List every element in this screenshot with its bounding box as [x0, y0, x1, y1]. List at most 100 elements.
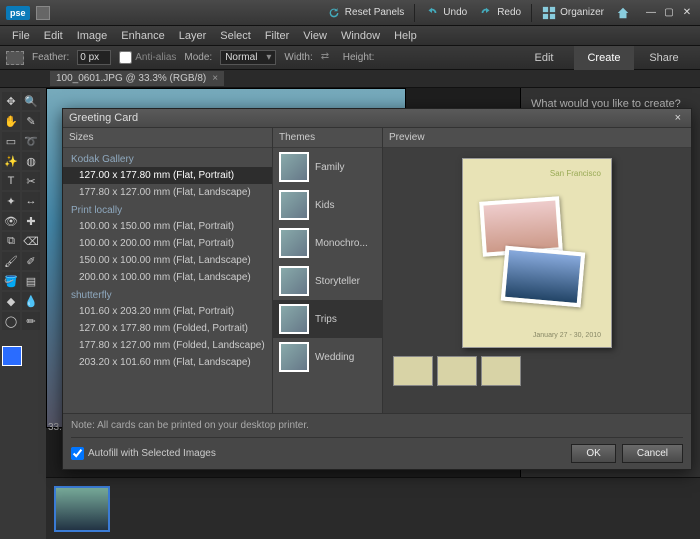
- preview-card: San Francisco January 27 - 30, 2010: [462, 158, 612, 348]
- theme-option[interactable]: Monochro...: [273, 224, 382, 262]
- mode-select[interactable]: Normal: [220, 50, 276, 65]
- redo-label: Redo: [497, 7, 521, 18]
- dialog-close-button[interactable]: ×: [671, 112, 685, 124]
- grid-icon: [542, 6, 556, 20]
- themes-list[interactable]: Family Kids Monochro... Storyteller Trips Wed…: [273, 148, 382, 413]
- size-option[interactable]: 100.00 x 200.00 mm (Flat, Portrait): [63, 235, 272, 252]
- theme-option[interactable]: Kids: [273, 186, 382, 224]
- shape-tool[interactable]: ◆: [2, 292, 20, 310]
- tab-edit[interactable]: Edit: [514, 46, 574, 70]
- size-option[interactable]: 127.00 x 177.80 mm (Flat, Portrait): [63, 167, 272, 184]
- crop-tool[interactable]: ✂: [22, 172, 40, 190]
- window-handle-icon: [36, 6, 50, 20]
- maximize-button[interactable]: ▢: [662, 6, 676, 20]
- theme-thumb-icon: [279, 190, 309, 220]
- size-option[interactable]: 127.00 x 177.80 mm (Folded, Portrait): [63, 320, 272, 337]
- menu-edit[interactable]: Edit: [38, 28, 69, 44]
- eraser-tool[interactable]: ⌫: [22, 232, 40, 250]
- antialias-checkbox[interactable]: Anti-alias: [119, 51, 176, 64]
- theme-option[interactable]: Trips: [273, 300, 382, 338]
- blur-tool[interactable]: 💧: [22, 292, 40, 310]
- theme-option[interactable]: Family: [273, 148, 382, 186]
- cookie-cutter-tool[interactable]: ✦: [2, 192, 20, 210]
- document-tab-title: 100_0601.JPG @ 33.3% (RGB/8): [56, 73, 206, 84]
- sizes-list[interactable]: Kodak Gallery127.00 x 177.80 mm (Flat, P…: [63, 148, 272, 413]
- minimize-button[interactable]: —: [644, 6, 658, 20]
- size-option[interactable]: 203.20 x 101.60 mm (Flat, Landscape): [63, 354, 272, 371]
- lasso-tool[interactable]: ➰: [22, 132, 40, 150]
- autofill-checkbox[interactable]: Autofill with Selected Images: [71, 447, 216, 460]
- type-tool[interactable]: T: [2, 172, 20, 190]
- straighten-tool[interactable]: ↔: [22, 192, 40, 210]
- theme-label: Trips: [315, 314, 337, 325]
- menu-filter[interactable]: Filter: [259, 28, 295, 44]
- size-group: shutterfly: [63, 286, 272, 303]
- bin-thumbnail[interactable]: [54, 486, 110, 532]
- layout-thumb[interactable]: [437, 356, 477, 386]
- size-option[interactable]: 177.80 x 127.00 mm (Flat, Landscape): [63, 184, 272, 201]
- greeting-card-dialog: Greeting Card × Sizes Kodak Gallery127.0…: [62, 108, 692, 470]
- foreground-color-swatch[interactable]: [2, 346, 22, 366]
- theme-label: Storyteller: [315, 276, 360, 287]
- redo-icon: [479, 6, 493, 20]
- hand-tool[interactable]: ✋: [2, 112, 20, 130]
- width-label: Width:: [284, 52, 312, 63]
- detail-brush-tool[interactable]: ✏: [22, 312, 40, 330]
- undo-button[interactable]: Undo: [425, 6, 467, 20]
- menu-view[interactable]: View: [297, 28, 333, 44]
- cancel-button[interactable]: Cancel: [622, 444, 683, 463]
- menu-file[interactable]: File: [6, 28, 36, 44]
- preview-date: January 27 - 30, 2010: [533, 332, 601, 339]
- menu-enhance[interactable]: Enhance: [115, 28, 170, 44]
- sponge-tool[interactable]: ◯: [2, 312, 20, 330]
- ok-button[interactable]: OK: [571, 444, 615, 463]
- menu-image[interactable]: Image: [71, 28, 114, 44]
- link-icon[interactable]: ⇄: [321, 51, 335, 65]
- size-option[interactable]: 100.00 x 150.00 mm (Flat, Portrait): [63, 218, 272, 235]
- reset-panels-label: Reset Panels: [345, 7, 404, 18]
- menu-window[interactable]: Window: [335, 28, 386, 44]
- magic-wand-tool[interactable]: ✨: [2, 152, 20, 170]
- clone-tool[interactable]: ⧉: [2, 232, 20, 250]
- spot-heal-tool[interactable]: ✚: [22, 212, 40, 230]
- marquee-tool[interactable]: ▭: [2, 132, 20, 150]
- theme-option[interactable]: Wedding: [273, 338, 382, 376]
- home-icon: [616, 6, 630, 20]
- close-document-icon[interactable]: ×: [212, 73, 218, 84]
- eyedropper-tool[interactable]: ✎: [22, 112, 40, 130]
- preview-location: San Francisco: [473, 169, 601, 178]
- redo-button[interactable]: Redo: [479, 6, 521, 20]
- size-option[interactable]: 200.00 x 100.00 mm (Flat, Landscape): [63, 269, 272, 286]
- menu-layer[interactable]: Layer: [173, 28, 213, 44]
- close-button[interactable]: ✕: [680, 6, 694, 20]
- theme-label: Kids: [315, 200, 334, 211]
- feather-input[interactable]: [77, 50, 111, 65]
- sizes-header: Sizes: [63, 128, 272, 148]
- tab-share[interactable]: Share: [634, 46, 694, 70]
- brush-tool[interactable]: 🖌: [2, 252, 20, 270]
- size-option[interactable]: 150.00 x 100.00 mm (Flat, Landscape): [63, 252, 272, 269]
- gradient-tool[interactable]: ▤: [22, 272, 40, 290]
- size-option[interactable]: 177.80 x 127.00 mm (Folded, Landscape): [63, 337, 272, 354]
- size-option[interactable]: 101.60 x 203.20 mm (Flat, Portrait): [63, 303, 272, 320]
- app-logo: pse: [6, 6, 30, 20]
- menu-help[interactable]: Help: [388, 28, 423, 44]
- layout-thumb[interactable]: [393, 356, 433, 386]
- layout-thumb[interactable]: [481, 356, 521, 386]
- zoom-tool[interactable]: 🔍: [22, 92, 40, 110]
- reset-panels-button[interactable]: Reset Panels: [327, 6, 404, 20]
- quick-select-tool[interactable]: ◍: [22, 152, 40, 170]
- organizer-button[interactable]: Organizer: [542, 6, 604, 20]
- theme-thumb-icon: [279, 304, 309, 334]
- move-tool[interactable]: ✥: [2, 92, 20, 110]
- theme-option[interactable]: Storyteller: [273, 262, 382, 300]
- bucket-tool[interactable]: 🪣: [2, 272, 20, 290]
- redeye-tool[interactable]: 👁: [2, 212, 20, 230]
- menu-select[interactable]: Select: [214, 28, 257, 44]
- tab-create[interactable]: Create: [574, 46, 634, 70]
- document-tab[interactable]: 100_0601.JPG @ 33.3% (RGB/8) ×: [50, 71, 224, 86]
- refresh-icon: [327, 6, 341, 20]
- theme-label: Monochro...: [315, 238, 368, 249]
- home-button[interactable]: [616, 6, 630, 20]
- smart-brush-tool[interactable]: ✐: [22, 252, 40, 270]
